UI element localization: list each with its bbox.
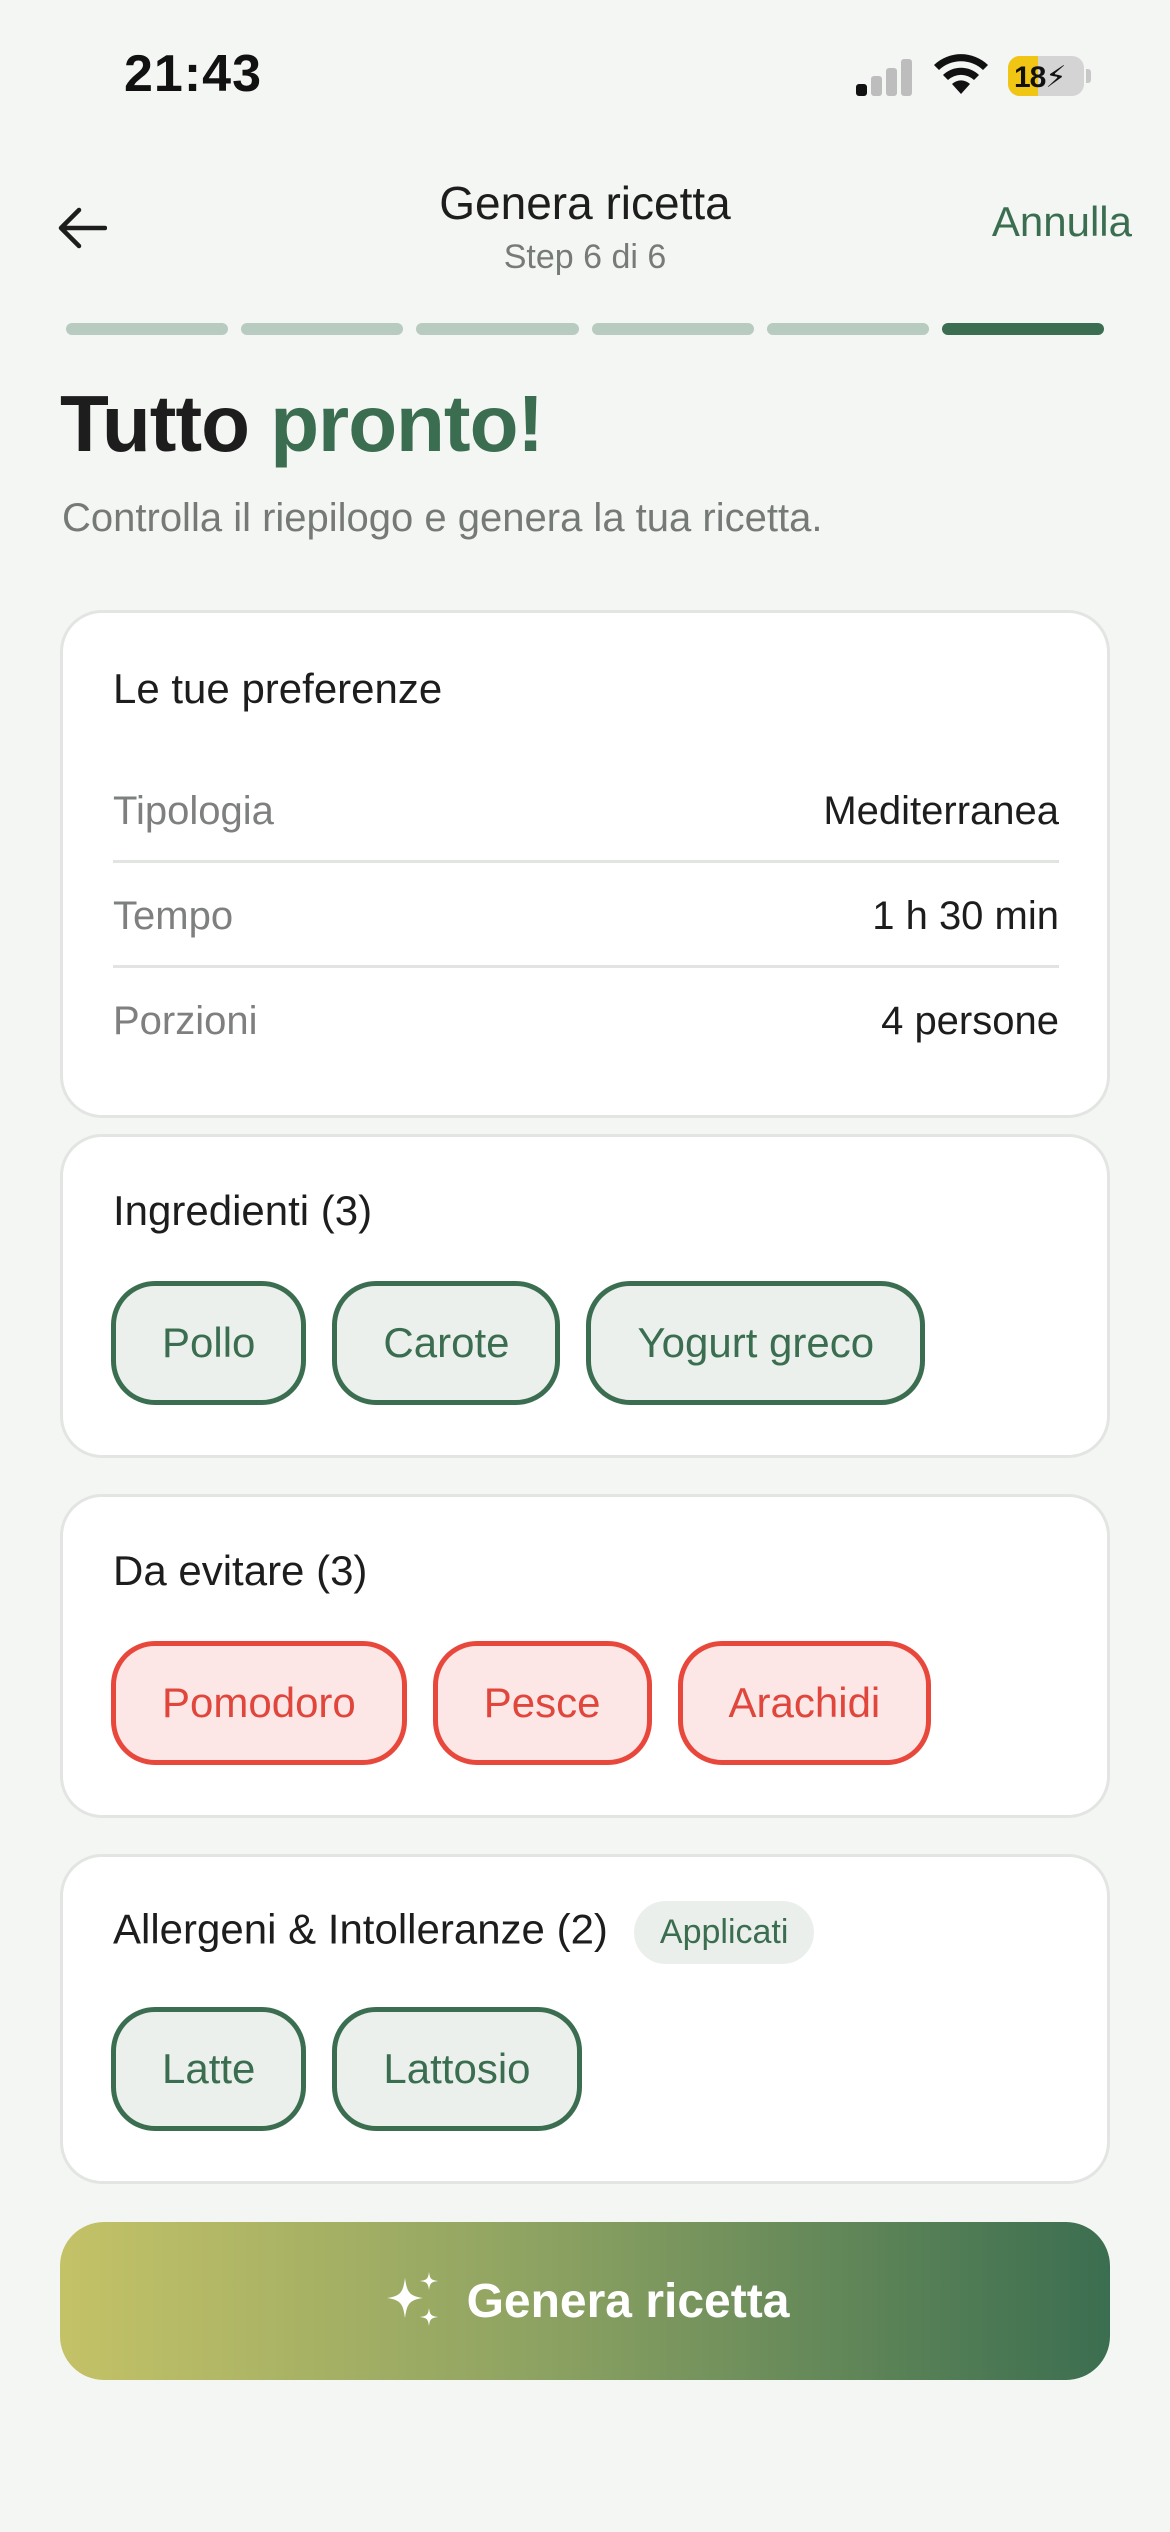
headline-accent: pronto!	[270, 379, 544, 468]
allergens-title: Allergeni & Intolleranze (2)	[113, 1905, 608, 1953]
divider	[113, 965, 1059, 968]
ingredient-chip[interactable]: Carote	[332, 1281, 561, 1405]
headline-text: Tutto	[60, 379, 250, 468]
ingredients-chips: Pollo Carote Yogurt greco	[111, 1281, 926, 1405]
pref-value: 1 h 30 min	[872, 893, 1059, 938]
status-time: 21:43	[124, 45, 262, 103]
progress-segment	[941, 323, 1105, 335]
generate-recipe-label: Genera ricetta	[466, 2274, 790, 2328]
cancel-button[interactable]: Annulla	[992, 198, 1132, 246]
headline: Tutto pronto!	[60, 378, 544, 470]
battery-icon: 18⚡	[1008, 56, 1091, 96]
pref-row-porzioni: Porzioni 4 persone	[113, 969, 1059, 1073]
sparkles-icon	[386, 2272, 438, 2326]
avoid-card: Da evitare (3) Pomodoro Pesce Arachidi	[60, 1494, 1110, 1818]
progress-segment	[66, 323, 229, 335]
progress-segment	[766, 323, 929, 335]
recipe-summary-screen: 21:43 18⚡ Genera ricetta Step 6 di 6 Ann…	[0, 0, 1170, 2532]
divider	[113, 860, 1059, 863]
ingredient-chip[interactable]: Yogurt greco	[586, 1281, 926, 1405]
preferences-title: Le tue preferenze	[113, 665, 443, 712]
avoid-chip[interactable]: Arachidi	[677, 1641, 932, 1765]
ingredient-chip[interactable]: Pollo	[111, 1281, 307, 1405]
pref-value: Mediterranea	[823, 788, 1059, 833]
wifi-icon	[934, 54, 988, 94]
step-progress-bar	[66, 323, 1105, 335]
pref-value: 4 persone	[881, 998, 1059, 1043]
intro-subtitle: Controlla il riepilogo e genera la tua r…	[62, 496, 823, 540]
pref-label: Tempo	[113, 893, 234, 938]
avoid-title: Da evitare (3)	[113, 1547, 368, 1594]
ingredients-title: Ingredienti (3)	[113, 1187, 373, 1234]
signal-icon	[856, 58, 914, 96]
pref-label: Porzioni	[113, 998, 258, 1043]
charging-bolt-icon: ⚡	[1045, 61, 1066, 94]
allergen-chip[interactable]: Lattosio	[332, 2007, 582, 2131]
header: Genera ricetta Step 6 di 6 Annulla	[0, 150, 1170, 310]
avoid-chips: Pomodoro Pesce Arachidi	[111, 1641, 932, 1765]
status-bar: 21:43 18⚡	[0, 0, 1170, 150]
avoid-chip[interactable]: Pesce	[432, 1641, 652, 1765]
progress-segment	[241, 323, 404, 335]
pref-label: Tipologia	[113, 788, 274, 833]
battery-percent: 18⚡	[1014, 61, 1066, 94]
allergen-chip[interactable]: Latte	[111, 2007, 307, 2131]
generate-recipe-button[interactable]: Genera ricetta	[60, 2222, 1110, 2380]
allergens-title-row: Allergeni & Intolleranze (2) Applicati	[113, 1901, 815, 1964]
preferences-card: Le tue preferenze Tipologia Mediterranea…	[60, 610, 1110, 1118]
ingredients-card: Ingredienti (3) Pollo Carote Yogurt grec…	[60, 1134, 1110, 1458]
allergens-card: Allergeni & Intolleranze (2) Applicati La…	[60, 1854, 1110, 2184]
progress-segment	[416, 323, 579, 335]
applied-badge: Applicati	[633, 1901, 815, 1964]
avoid-chip[interactable]: Pomodoro	[111, 1641, 407, 1765]
allergens-chips: Latte Lattosio	[111, 2007, 582, 2131]
pref-row-tipologia: Tipologia Mediterranea	[113, 759, 1059, 863]
pref-row-tempo: Tempo 1 h 30 min	[113, 864, 1059, 968]
progress-segment	[591, 323, 754, 335]
